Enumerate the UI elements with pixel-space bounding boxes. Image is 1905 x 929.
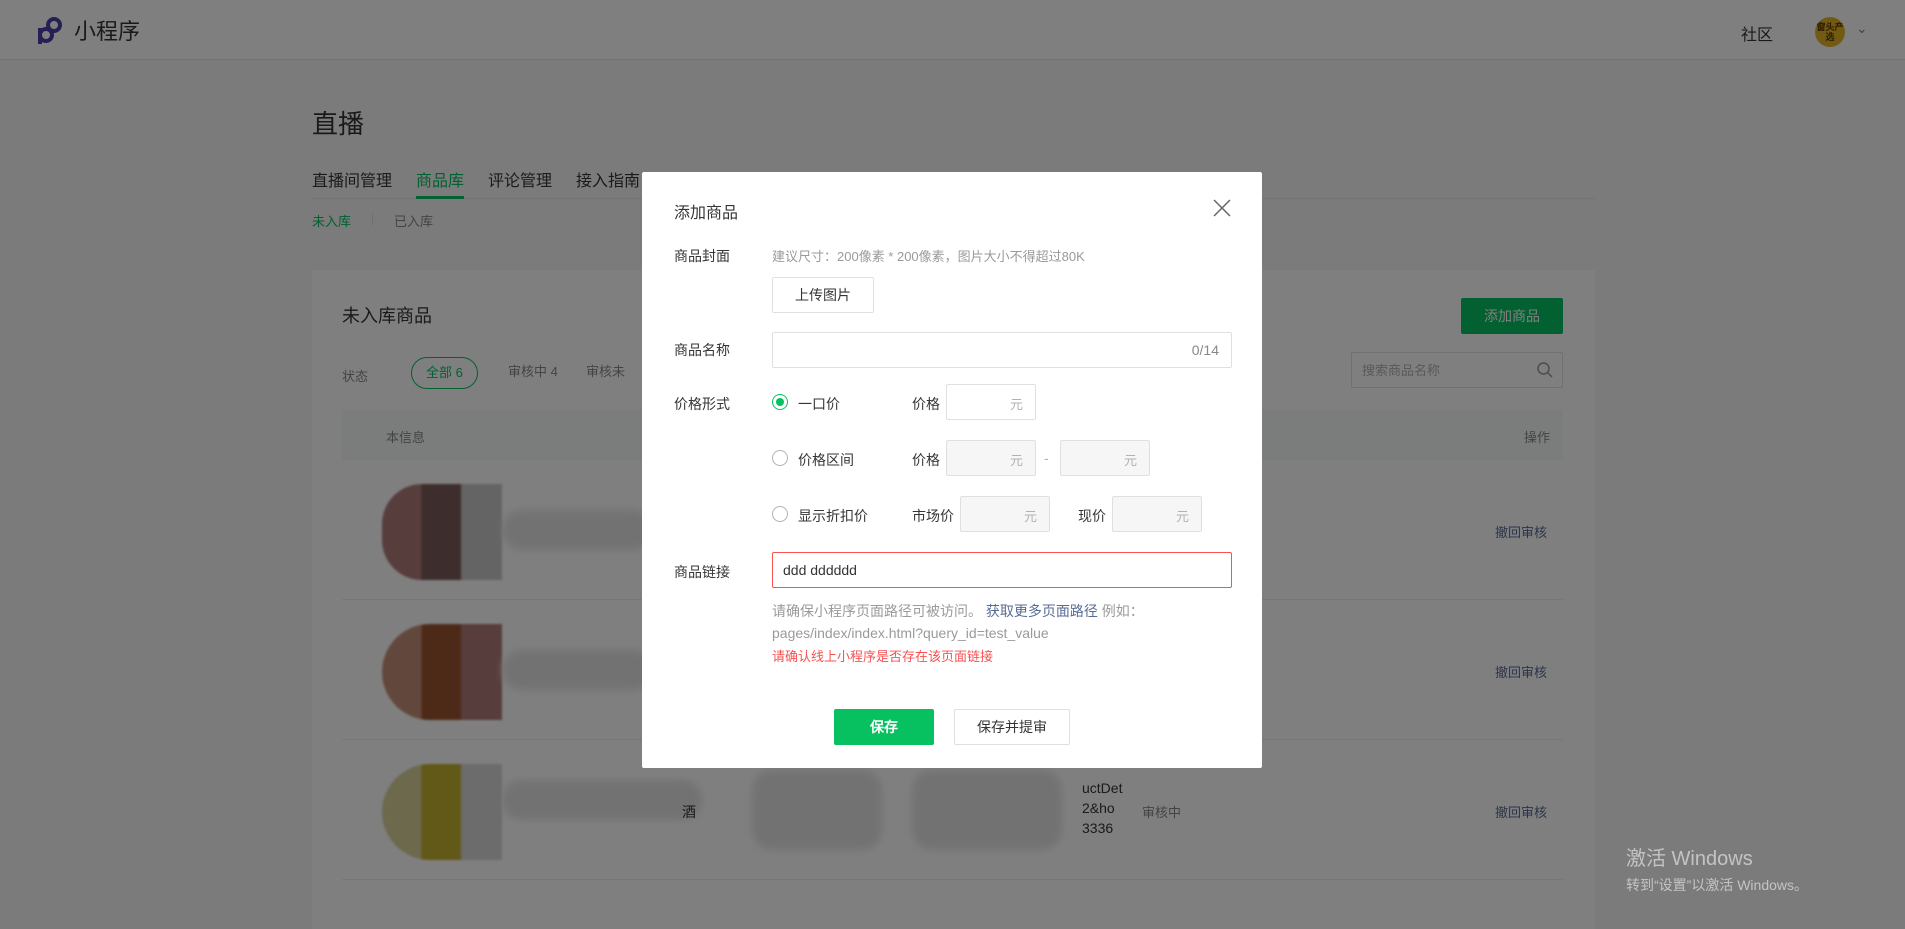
windows-activation-watermark: 激活 Windows 转到“设置”以激活 Windows。 xyxy=(1626,842,1808,895)
upload-image-button[interactable]: 上传图片 xyxy=(772,277,874,313)
price-min-input[interactable]: 元 xyxy=(946,440,1036,476)
price-unit: 元 xyxy=(1123,453,1137,468)
name-char-counter: 0/14 xyxy=(1191,342,1219,358)
name-label: 商品名称 xyxy=(674,342,730,358)
product-name-input[interactable] xyxy=(773,333,1173,367)
market-price-input[interactable]: 元 xyxy=(960,496,1050,532)
radio-label: 价格区间 xyxy=(798,452,854,468)
price-unit: 元 xyxy=(1009,453,1023,468)
save-button[interactable]: 保存 xyxy=(834,709,934,745)
more-page-paths-link[interactable]: 获取更多页面路径 xyxy=(986,603,1098,619)
product-name-field: 0/14 xyxy=(772,332,1232,368)
link-error-message: 请确认线上小程序是否存在该页面链接 xyxy=(772,649,994,664)
product-link-input[interactable] xyxy=(773,553,1213,587)
price-option-range: 价格区间 价格 元 - 元 xyxy=(772,440,1232,476)
watermark-subtitle: 转到“设置”以激活 Windows。 xyxy=(1626,877,1809,893)
cover-hint: 建议尺寸：200像素 * 200像素，图片大小不得超过80K xyxy=(772,249,1085,264)
save-and-submit-button[interactable]: 保存并提审 xyxy=(954,709,1070,745)
add-product-dialog: 添加商品 商品封面 建议尺寸：200像素 * 200像素，图片大小不得超过80K… xyxy=(642,172,1262,768)
link-label: 商品链接 xyxy=(674,564,730,580)
cover-label: 商品封面 xyxy=(674,248,730,264)
current-price-input[interactable]: 元 xyxy=(1112,496,1202,532)
price-input[interactable]: 元 xyxy=(946,384,1036,420)
price-field-label: 价格 xyxy=(912,452,940,468)
radio-discount-price[interactable] xyxy=(772,506,788,522)
price-option-fixed: 一口价 价格 元 xyxy=(772,384,1232,420)
dialog-title: 添加商品 xyxy=(674,205,739,222)
link-help-text: 请确保小程序页面路径可被访问。 获取更多页面路径 例如：pages/index/… xyxy=(772,600,1232,644)
price-option-discount: 显示折扣价 市场价 元 现价 元 xyxy=(772,496,1232,532)
price-unit: 元 xyxy=(1009,397,1023,412)
price-max-input[interactable]: 元 xyxy=(1060,440,1150,476)
radio-label: 显示折扣价 xyxy=(798,508,868,524)
market-price-label: 市场价 xyxy=(912,508,954,524)
watermark-title: 激活 Windows xyxy=(1626,848,1753,870)
price-unit: 元 xyxy=(1175,509,1189,524)
price-field-label: 价格 xyxy=(912,396,940,412)
price-format-label: 价格形式 xyxy=(674,396,730,412)
radio-label: 一口价 xyxy=(798,396,840,412)
range-separator: - xyxy=(1044,450,1049,466)
close-icon[interactable] xyxy=(1210,196,1234,220)
link-help-prefix: 请确保小程序页面路径可被访问。 xyxy=(772,603,982,619)
radio-fixed-price[interactable] xyxy=(772,394,788,410)
price-unit: 元 xyxy=(1023,509,1037,524)
product-link-field xyxy=(772,552,1232,588)
radio-price-range[interactable] xyxy=(772,450,788,466)
current-price-label: 现价 xyxy=(1078,508,1106,524)
